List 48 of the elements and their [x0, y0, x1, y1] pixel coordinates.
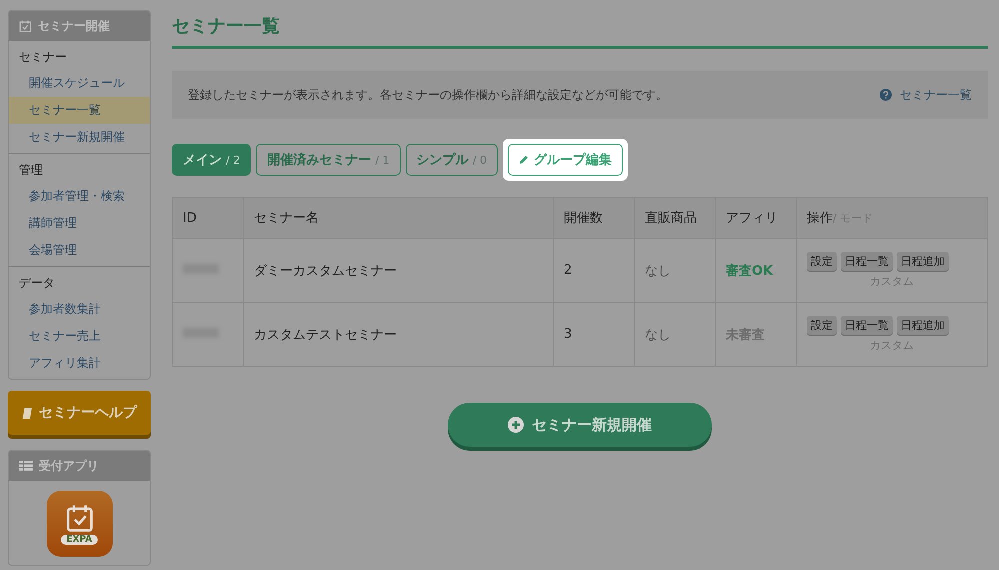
group-edit-button[interactable]: グループ編集 — [508, 144, 624, 176]
book-icon — [22, 406, 33, 420]
sidebar-item[interactable]: セミナー売上 — [9, 323, 150, 350]
section-heading: セミナー — [18, 49, 68, 66]
page-title: セミナー一覧 — [172, 10, 988, 49]
grid-icon — [19, 461, 33, 471]
column-header: セミナー名 — [244, 198, 554, 238]
tab[interactable]: シンプル / 0 — [406, 144, 498, 176]
column-header: 直販商品 — [634, 198, 716, 238]
action-button[interactable]: 設定 — [807, 252, 837, 271]
action-button[interactable]: 設定 — [807, 316, 837, 335]
sidebar-item[interactable]: セミナー一覧 — [9, 97, 150, 124]
help-link[interactable]: セミナー一覧 — [880, 86, 972, 104]
sidebar-item[interactable]: 開催スケジュール — [9, 70, 150, 97]
pencil-icon — [519, 155, 530, 165]
help-button[interactable]: セミナーヘルプ — [8, 391, 151, 435]
table-cell: なし — [634, 238, 716, 302]
sidebar-item[interactable]: 講師管理 — [9, 210, 150, 237]
table-cell: 2 — [554, 238, 634, 302]
action-button[interactable]: 日程一覧 — [841, 316, 893, 335]
action-button[interactable]: 日程一覧 — [841, 252, 893, 271]
plus-circle-icon — [508, 417, 524, 433]
calendar-check-icon — [19, 20, 32, 32]
table-cell: なし — [634, 302, 716, 366]
sidebar-item[interactable]: 会場管理 — [9, 237, 150, 264]
table-cell: ダミーカスタムセミナー — [244, 238, 554, 302]
section-heading: データ — [18, 275, 56, 292]
affiliate-status: 審査OK — [716, 238, 796, 302]
table-cell: カスタムテストセミナー — [244, 302, 554, 366]
tab[interactable]: メイン / 2 — [172, 144, 252, 176]
column-header: アフィリ — [716, 198, 796, 238]
sidebar-item[interactable]: セミナー新規開催 — [9, 124, 150, 151]
sidebar-item[interactable]: アフィリ集計 — [9, 350, 150, 377]
help-icon — [880, 89, 892, 101]
info-text: 登録したセミナーが表示されます。各セミナーの操作欄から詳細な設定などが可能です。 — [188, 86, 668, 104]
column-header: 開催数 — [554, 198, 634, 238]
action-button[interactable]: 日程追加 — [897, 316, 949, 335]
tab[interactable]: 開催済みセミナー / 1 — [256, 144, 401, 176]
app-icon[interactable]: EXPA — [46, 491, 112, 557]
section-heading: 管理 — [18, 162, 44, 179]
sidebar-item[interactable]: 参加者管理・検索 — [9, 183, 150, 210]
table-cell: 3 — [554, 302, 634, 366]
app-panel-title: 受付アプリ — [39, 458, 99, 474]
new-seminar-button[interactable]: セミナー新規開催 — [448, 403, 712, 447]
action-button[interactable]: 日程追加 — [897, 252, 949, 271]
sidebar-title: セミナー開催 — [38, 18, 110, 34]
sidebar-item[interactable]: 参加者数集計 — [9, 296, 150, 323]
column-header: ID — [172, 198, 244, 238]
